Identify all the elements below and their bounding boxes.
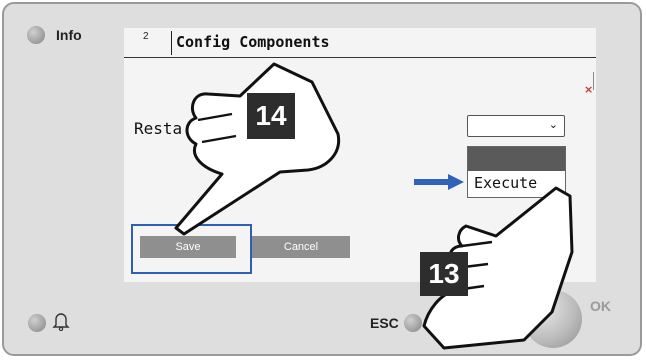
alarm-led[interactable] bbox=[28, 314, 46, 332]
step-14-badge: 14 bbox=[247, 93, 295, 139]
title-bar: 2 Config Components bbox=[124, 28, 596, 58]
pointing-hand-icon bbox=[162, 56, 352, 240]
close-icon[interactable]: × bbox=[584, 83, 593, 96]
page-title: Config Components bbox=[176, 33, 330, 51]
title-separator bbox=[171, 31, 172, 55]
info-label: Info bbox=[56, 27, 82, 43]
step-13-badge: 13 bbox=[420, 252, 468, 296]
chevron-down-icon: ⌄ bbox=[548, 118, 558, 131]
page-number: 2 bbox=[143, 31, 149, 42]
ok-label: OK bbox=[590, 298, 611, 314]
restart-select[interactable]: ⌄ bbox=[467, 115, 565, 137]
pointing-hand-icon bbox=[384, 180, 584, 356]
bell-icon[interactable] bbox=[52, 311, 70, 335]
dropdown-option-blank[interactable] bbox=[468, 147, 565, 171]
info-led[interactable] bbox=[27, 26, 45, 44]
